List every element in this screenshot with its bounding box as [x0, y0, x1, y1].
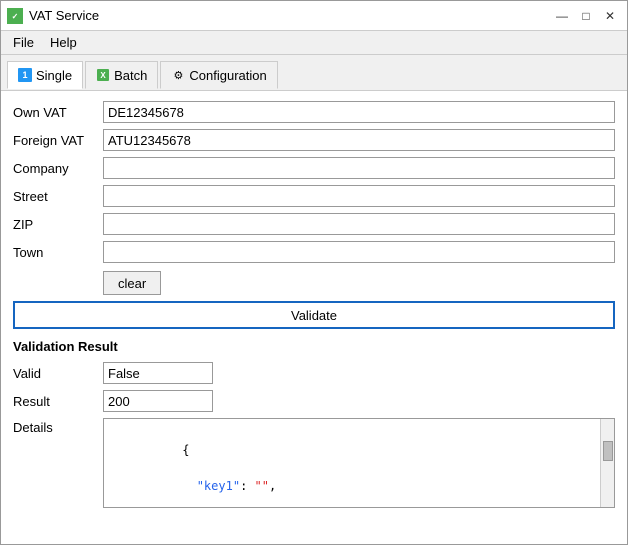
main-window: ✓ VAT Service — □ ✕ File Help 1 Single X — [0, 0, 628, 545]
tab-config-label: Configuration — [189, 68, 266, 83]
valid-row: Valid — [13, 362, 615, 384]
action-buttons: clear — [13, 271, 615, 295]
clear-button[interactable]: clear — [103, 271, 161, 295]
title-bar-left: ✓ VAT Service — [7, 8, 99, 24]
config-tab-icon: ⚙ — [171, 68, 185, 82]
menu-file[interactable]: File — [5, 33, 42, 52]
details-box[interactable]: { "key1": "", "key2": "", "ownvat": "DE1… — [103, 418, 615, 508]
company-row: Company — [13, 157, 615, 179]
maximize-button[interactable]: □ — [575, 5, 597, 27]
street-label: Street — [13, 189, 103, 204]
result-row: Result — [13, 390, 615, 412]
valid-label: Valid — [13, 366, 103, 381]
own-vat-row: Own VAT — [13, 101, 615, 123]
valid-input[interactable] — [103, 362, 213, 384]
tab-single[interactable]: 1 Single — [7, 61, 83, 89]
svg-text:X: X — [100, 71, 106, 80]
foreign-vat-row: Foreign VAT — [13, 129, 615, 151]
window-title: VAT Service — [29, 8, 99, 23]
company-input[interactable] — [103, 157, 615, 179]
town-input[interactable] — [103, 241, 615, 263]
minimize-button[interactable]: — — [551, 5, 573, 27]
zip-label: ZIP — [13, 217, 103, 232]
menu-help[interactable]: Help — [42, 33, 85, 52]
svg-text:✓: ✓ — [12, 12, 19, 21]
tab-config[interactable]: ⚙ Configuration — [160, 61, 277, 89]
tab-batch-label: Batch — [114, 68, 147, 83]
tab-bar: 1 Single X Batch ⚙ Configuration — [1, 55, 627, 91]
result-label: Result — [13, 394, 103, 409]
company-label: Company — [13, 161, 103, 176]
validate-button[interactable]: Validate — [13, 301, 615, 329]
tab-batch[interactable]: X Batch — [85, 61, 158, 89]
window-controls: — □ ✕ — [551, 5, 621, 27]
zip-row: ZIP — [13, 213, 615, 235]
scrollbar-thumb — [603, 441, 613, 461]
street-input[interactable] — [103, 185, 615, 207]
content-area: Own VAT Foreign VAT Company Street ZIP T… — [1, 91, 627, 544]
own-vat-input[interactable] — [103, 101, 615, 123]
single-tab-icon: 1 — [18, 68, 32, 82]
app-icon: ✓ — [7, 8, 23, 24]
town-row: Town — [13, 241, 615, 263]
zip-input[interactable] — [103, 213, 615, 235]
close-button[interactable]: ✕ — [599, 5, 621, 27]
foreign-vat-input[interactable] — [103, 129, 615, 151]
menu-bar: File Help — [1, 31, 627, 55]
batch-tab-icon: X — [96, 68, 110, 82]
details-label: Details — [13, 418, 103, 435]
town-label: Town — [13, 245, 103, 260]
own-vat-label: Own VAT — [13, 105, 103, 120]
result-input[interactable] — [103, 390, 213, 412]
validation-result-title: Validation Result — [13, 339, 615, 354]
details-row: Details { "key1": "", "key2": "", "ownva… — [13, 418, 615, 508]
street-row: Street — [13, 185, 615, 207]
title-bar: ✓ VAT Service — □ ✕ — [1, 1, 627, 31]
tab-single-label: Single — [36, 68, 72, 83]
foreign-vat-label: Foreign VAT — [13, 133, 103, 148]
details-scrollbar[interactable] — [600, 419, 614, 507]
